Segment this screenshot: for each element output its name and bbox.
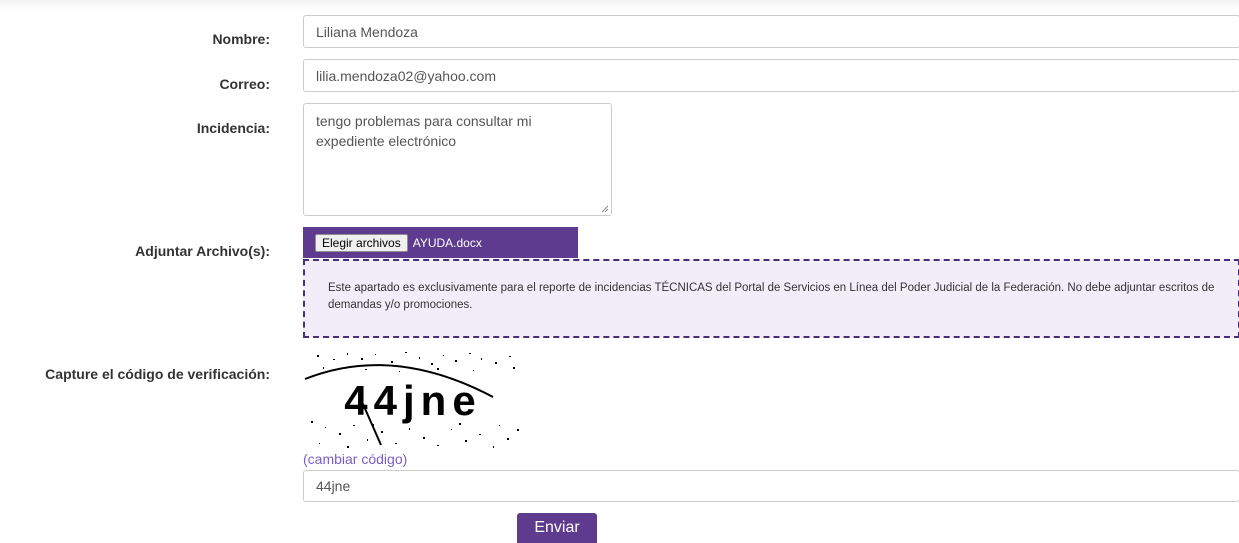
file-name: AYUDA.docx (412, 235, 482, 250)
top-shadow (0, 0, 1239, 10)
captcha-label: Capture el código de verificación: (45, 366, 270, 382)
change-captcha-link[interactable]: (cambiar código) (303, 451, 407, 467)
correo-value: lilia.mendoza02@yahoo.com (316, 67, 496, 84)
incidencia-label: Incidencia: (196, 120, 270, 136)
nombre-label: Nombre: (212, 31, 270, 47)
attachment-notice: Este apartado es exclusivamente para el … (303, 259, 1239, 338)
submit-button[interactable]: Enviar (517, 513, 597, 543)
captcha-text: 44jne (344, 377, 481, 424)
resize-grip-icon[interactable] (601, 205, 609, 213)
file-upload-bar: Elegir archivos AYUDA.docx (303, 227, 578, 258)
incidencia-textarea[interactable]: tengo problemas para consultar mi expedi… (303, 103, 612, 216)
choose-files-button[interactable]: Elegir archivos (315, 233, 408, 252)
correo-field[interactable]: lilia.mendoza02@yahoo.com (303, 59, 1239, 92)
correo-label: Correo: (219, 76, 270, 92)
nombre-value: Liliana Mendoza (316, 23, 418, 40)
incidencia-value: tengo problemas para consultar mi expedi… (316, 113, 532, 149)
captcha-input[interactable]: 44jne (303, 470, 1239, 502)
captcha-image: 44jne (304, 352, 519, 448)
nombre-field[interactable]: Liliana Mendoza (303, 15, 1239, 48)
captcha-input-value: 44jne (316, 478, 351, 494)
adjuntar-label: Adjuntar Archivo(s): (135, 243, 270, 259)
